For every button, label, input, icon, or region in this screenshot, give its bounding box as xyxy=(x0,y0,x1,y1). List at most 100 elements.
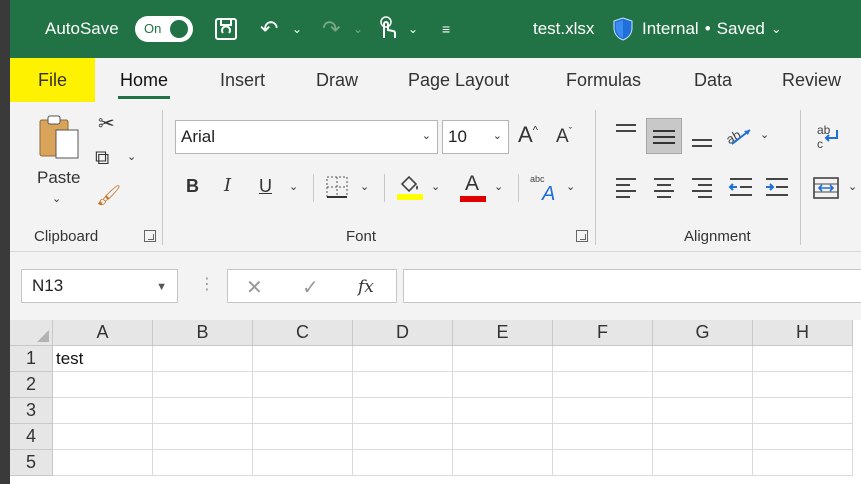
column-header-f[interactable]: F xyxy=(553,320,653,346)
paste-dropdown-icon[interactable]: ⌄ xyxy=(52,194,61,205)
row-header-4[interactable]: 4 xyxy=(10,424,53,450)
italic-button[interactable]: I xyxy=(224,177,231,195)
cell-h1[interactable] xyxy=(753,346,853,372)
tab-insert[interactable]: Insert xyxy=(220,58,265,102)
tab-home[interactable]: Home xyxy=(117,58,171,102)
copy-icon[interactable]: ⧉ xyxy=(95,148,109,168)
cell-f2[interactable] xyxy=(553,372,653,398)
column-header-e[interactable]: E xyxy=(453,320,553,346)
grow-font-button[interactable]: A^ xyxy=(518,124,538,146)
select-all-button[interactable] xyxy=(10,320,53,346)
column-header-d[interactable]: D xyxy=(353,320,453,346)
tab-file[interactable]: File xyxy=(10,58,95,102)
cell-a4[interactable] xyxy=(53,424,153,450)
phonetic-guide-icon[interactable]: abc A xyxy=(530,172,564,207)
cell-c3[interactable] xyxy=(253,398,353,424)
row-header-5[interactable]: 5 xyxy=(10,450,53,476)
merge-dropdown-icon[interactable]: ⌄ xyxy=(848,182,857,193)
formula-bar-grip-icon[interactable]: ⋮ xyxy=(199,274,215,294)
cell-b3[interactable] xyxy=(153,398,253,424)
borders-dropdown-icon[interactable]: ⌄ xyxy=(360,182,369,193)
cell-b4[interactable] xyxy=(153,424,253,450)
tab-page-layout[interactable]: Page Layout xyxy=(408,58,509,102)
column-header-c[interactable]: C xyxy=(253,320,353,346)
align-left-icon[interactable] xyxy=(614,176,638,203)
column-header-g[interactable]: G xyxy=(653,320,753,346)
font-size-field[interactable]: 10 ⌄ xyxy=(442,120,509,154)
paste-button[interactable] xyxy=(38,114,82,167)
autosave-toggle[interactable]: On xyxy=(135,0,193,58)
column-header-h[interactable]: H xyxy=(753,320,853,346)
align-bottom-icon[interactable] xyxy=(690,130,714,155)
fill-color-dropdown-icon[interactable]: ⌄ xyxy=(431,182,440,193)
orientation-icon[interactable]: ab xyxy=(723,122,756,153)
cell-h5[interactable] xyxy=(753,450,853,476)
borders-icon[interactable] xyxy=(325,175,349,204)
column-header-b[interactable]: B xyxy=(153,320,253,346)
cell-g2[interactable] xyxy=(653,372,753,398)
row-header-2[interactable]: 2 xyxy=(10,372,53,398)
cell-d2[interactable] xyxy=(353,372,453,398)
cell-f5[interactable] xyxy=(553,450,653,476)
font-name-dropdown-icon[interactable]: ⌄ xyxy=(422,129,431,142)
cell-a2[interactable] xyxy=(53,372,153,398)
cell-g1[interactable] xyxy=(653,346,753,372)
cell-b2[interactable] xyxy=(153,372,253,398)
cell-h2[interactable] xyxy=(753,372,853,398)
cell-f3[interactable] xyxy=(553,398,653,424)
shrink-font-button[interactable]: Aˇ xyxy=(556,127,572,146)
clipboard-launcher-icon[interactable] xyxy=(144,230,156,242)
increase-indent-icon[interactable] xyxy=(764,176,790,203)
cancel-icon[interactable]: ✕ xyxy=(246,275,263,300)
formula-input[interactable] xyxy=(403,269,861,303)
touch-mode-icon[interactable] xyxy=(376,0,398,58)
insert-function-button[interactable]: fx xyxy=(358,277,374,297)
tab-draw[interactable]: Draw xyxy=(316,58,358,102)
touch-mode-dropdown-icon[interactable]: ⌄ xyxy=(408,0,418,58)
cell-d1[interactable] xyxy=(353,346,453,372)
undo-dropdown-icon[interactable]: ⌄ xyxy=(292,0,302,58)
row-header-1[interactable]: 1 xyxy=(10,346,53,372)
column-header-a[interactable]: A xyxy=(53,320,153,346)
font-color-button[interactable]: A xyxy=(460,172,488,202)
cell-e5[interactable] xyxy=(453,450,553,476)
cell-d4[interactable] xyxy=(353,424,453,450)
cell-f1[interactable] xyxy=(553,346,653,372)
tab-formulas[interactable]: Formulas xyxy=(566,58,641,102)
underline-button[interactable]: U xyxy=(259,177,272,195)
bold-button[interactable]: B xyxy=(186,177,199,195)
cell-g3[interactable] xyxy=(653,398,753,424)
cell-a1[interactable]: test xyxy=(53,346,153,372)
cell-a3[interactable] xyxy=(53,398,153,424)
undo-icon[interactable]: ↶ xyxy=(260,0,278,58)
phonetic-dropdown-icon[interactable]: ⌄ xyxy=(566,182,575,193)
align-center-icon[interactable] xyxy=(652,176,676,203)
cell-g5[interactable] xyxy=(653,450,753,476)
copy-dropdown-icon[interactable]: ⌄ xyxy=(127,152,136,163)
align-top-icon[interactable] xyxy=(614,122,638,147)
cut-icon[interactable]: ✂ xyxy=(98,114,115,134)
cell-a5[interactable] xyxy=(53,450,153,476)
cell-b1[interactable] xyxy=(153,346,253,372)
fill-color-icon[interactable] xyxy=(396,172,424,207)
row-header-3[interactable]: 3 xyxy=(10,398,53,424)
save-icon[interactable] xyxy=(213,0,239,58)
cell-f4[interactable] xyxy=(553,424,653,450)
cell-e2[interactable] xyxy=(453,372,553,398)
underline-dropdown-icon[interactable]: ⌄ xyxy=(289,182,298,193)
orientation-dropdown-icon[interactable]: ⌄ xyxy=(760,130,769,141)
align-right-icon[interactable] xyxy=(690,176,714,203)
document-status[interactable]: Internal • Saved ⌄ xyxy=(642,0,782,58)
tab-data[interactable]: Data xyxy=(694,58,732,102)
cell-e1[interactable] xyxy=(453,346,553,372)
cell-g4[interactable] xyxy=(653,424,753,450)
font-launcher-icon[interactable] xyxy=(576,230,588,242)
cell-c1[interactable] xyxy=(253,346,353,372)
cell-b5[interactable] xyxy=(153,450,253,476)
cell-e4[interactable] xyxy=(453,424,553,450)
cell-c2[interactable] xyxy=(253,372,353,398)
redo-icon[interactable]: ↷ xyxy=(322,0,340,58)
cell-d3[interactable] xyxy=(353,398,453,424)
cell-d5[interactable] xyxy=(353,450,453,476)
decrease-indent-icon[interactable] xyxy=(728,176,754,203)
